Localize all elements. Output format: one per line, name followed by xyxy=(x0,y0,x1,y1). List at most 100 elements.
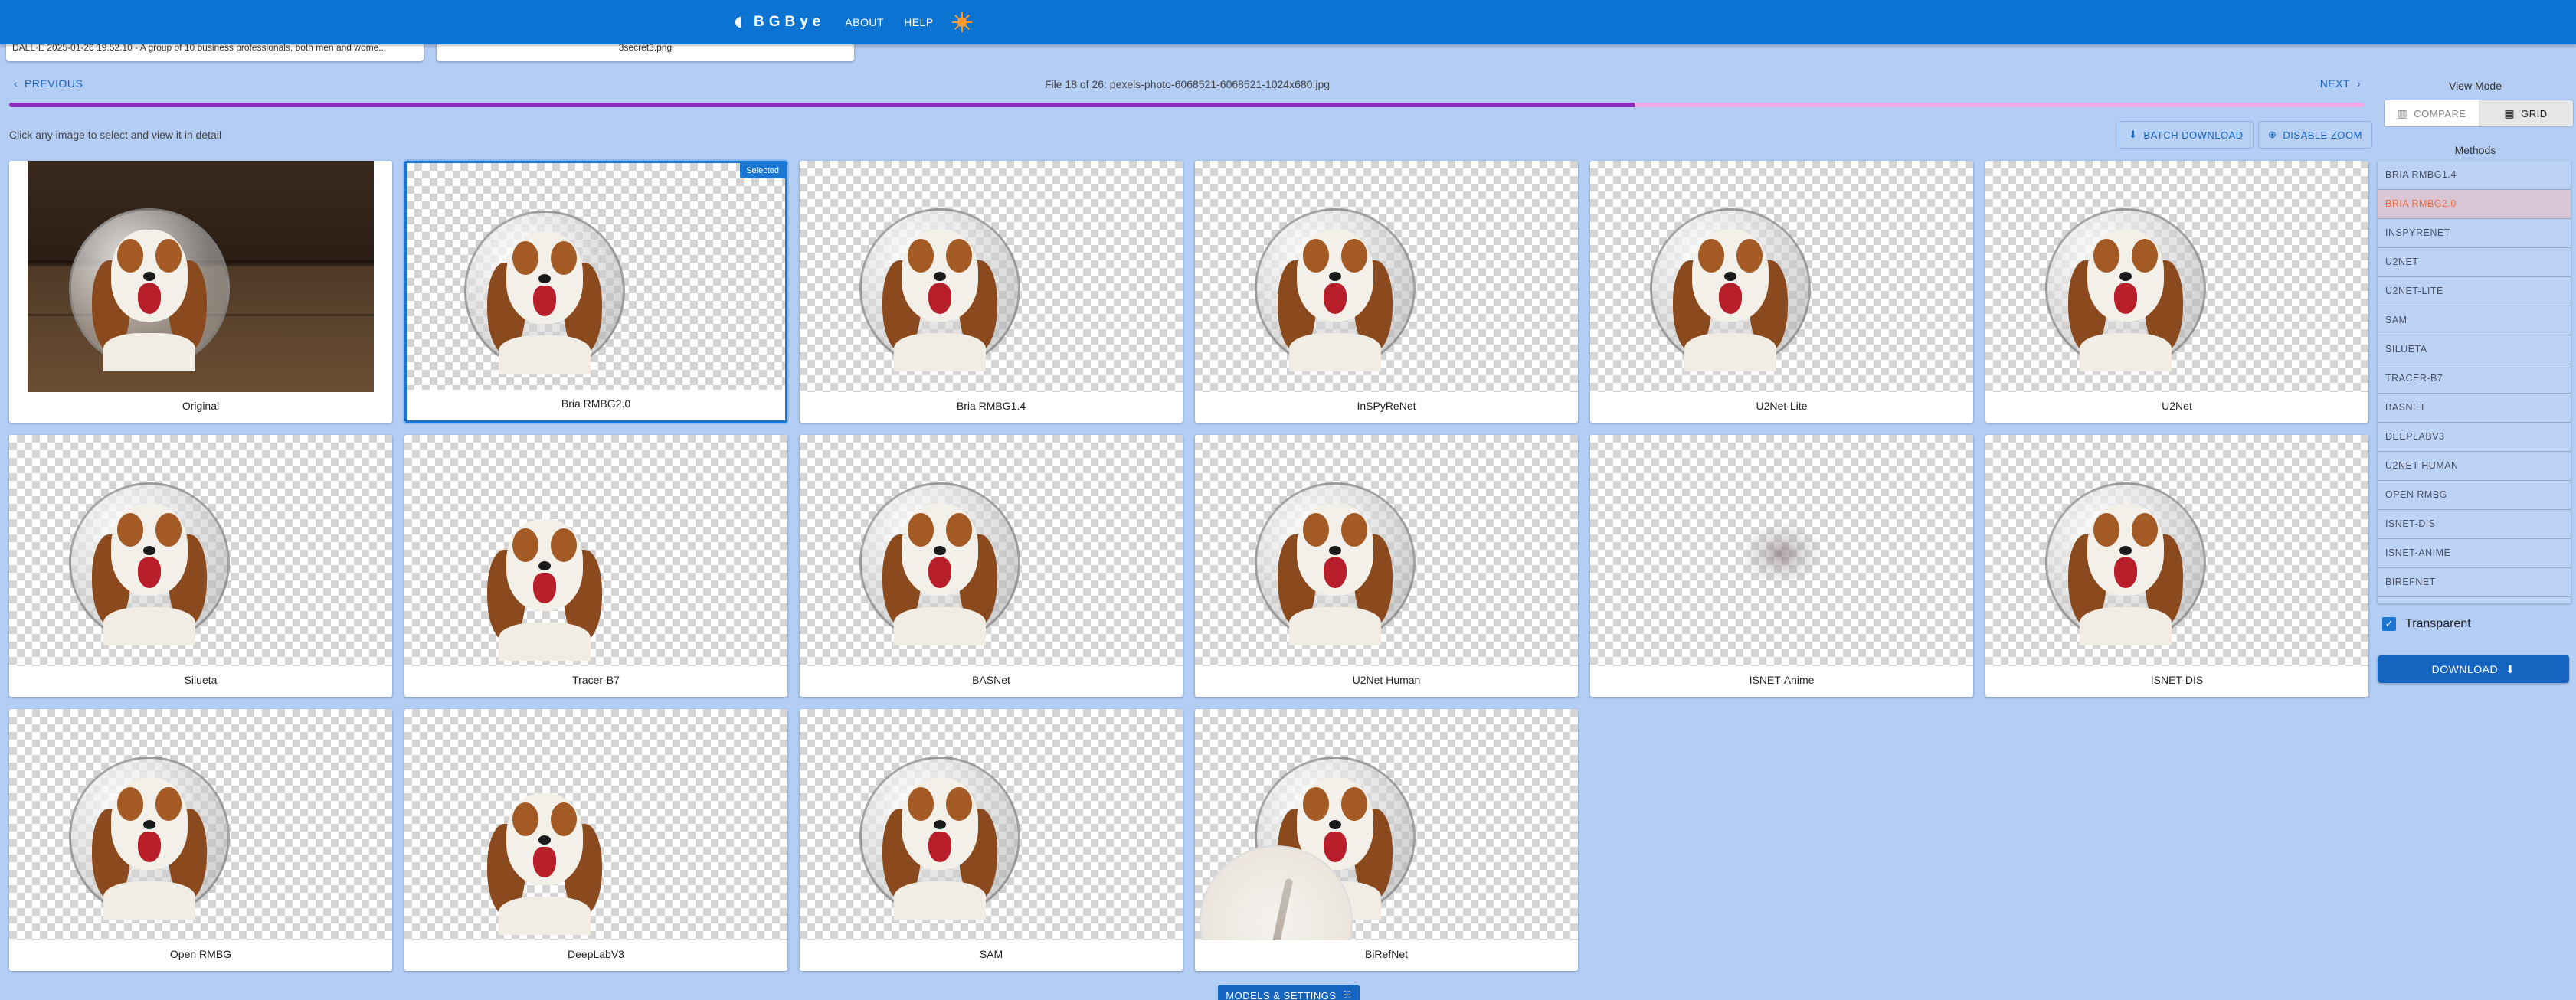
result-image xyxy=(1590,435,1973,666)
batch-download-button[interactable]: ⬇ BATCH DOWNLOAD xyxy=(2119,121,2254,149)
result-image xyxy=(404,709,787,940)
grid-icon: ▦ xyxy=(2504,106,2515,119)
card-label: U2Net xyxy=(1985,392,2368,423)
result-card-original[interactable]: Original xyxy=(9,161,392,423)
file-progress-bar xyxy=(9,103,2365,107)
result-card-u2net-lite[interactable]: U2Net-Lite xyxy=(1590,161,1973,423)
card-label: U2Net-Lite xyxy=(1590,392,1973,423)
result-card-inspyrenet[interactable]: InSPyReNet xyxy=(1195,161,1578,423)
download-icon: ⬇ xyxy=(2506,662,2515,675)
download-button[interactable]: DOWNLOAD ⬇ xyxy=(2378,655,2569,683)
method-item[interactable]: BASNET xyxy=(2378,394,2571,423)
result-card-tracer-b7[interactable]: Tracer-B7 xyxy=(404,435,787,697)
grid-hint: Click any image to select and view it in… xyxy=(9,129,222,141)
compare-label: COMPARE xyxy=(2414,107,2466,119)
next-label: NEXT xyxy=(2319,77,2351,90)
result-card-sam[interactable]: SAM xyxy=(800,709,1183,971)
transparent-option[interactable]: ✓ Transparent xyxy=(2378,617,2471,631)
card-label: ISNET-DIS xyxy=(1985,666,2368,697)
method-item[interactable]: ISNET-DIS xyxy=(2378,510,2571,539)
result-image xyxy=(1985,161,2368,392)
models-settings-button[interactable]: MODELS & SETTINGS ☷ xyxy=(1218,985,1360,1000)
logo-icon xyxy=(735,17,746,28)
method-item[interactable]: U2NET HUMAN xyxy=(2378,452,2571,481)
grid-mode-button[interactable]: ▦ GRID xyxy=(2479,100,2573,126)
card-label: Bria RMBG2.0 xyxy=(407,390,785,420)
transparent-checkbox[interactable]: ✓ xyxy=(2382,617,2396,631)
result-card-silueta[interactable]: Silueta xyxy=(9,435,392,697)
card-label: ISNET-Anime xyxy=(1590,666,1973,697)
result-image xyxy=(1590,161,1973,392)
result-image xyxy=(1195,161,1578,392)
grid-label: GRID xyxy=(2521,107,2548,119)
card-label: Silueta xyxy=(9,666,392,697)
app-bar: BGBye ABOUT HELP xyxy=(0,0,2576,44)
method-item[interactable]: BRIA RMBG2.0 xyxy=(2378,190,2571,219)
result-image xyxy=(407,163,785,394)
card-label: SAM xyxy=(800,940,1183,971)
result-image xyxy=(800,161,1183,392)
view-mode-title: View Mode xyxy=(2448,80,2502,92)
file-navigation: ‹ PREVIOUS File 18 of 26: pexels-photo-6… xyxy=(0,72,2375,95)
result-card-u2net-human[interactable]: U2Net Human xyxy=(1195,435,1578,697)
method-item[interactable]: INSPYRENET xyxy=(2378,219,2571,248)
method-item[interactable]: U2NET-LITE xyxy=(2378,277,2571,306)
tune-icon: ☷ xyxy=(1342,989,1352,1000)
zoom-icon: ⊕ xyxy=(2268,129,2277,140)
result-image xyxy=(9,709,392,940)
method-item[interactable]: TRACER-B7 xyxy=(2378,364,2571,394)
method-item[interactable]: SILUETA xyxy=(2378,335,2571,364)
result-card-deeplabv3[interactable]: DeepLabV3 xyxy=(404,709,787,971)
result-card-u2net[interactable]: U2Net xyxy=(1985,161,2368,423)
card-label: BASNet xyxy=(800,666,1183,697)
method-item[interactable]: ISNET-ANIME xyxy=(2378,539,2571,568)
method-item[interactable]: BIREFNET xyxy=(2378,568,2571,597)
disable-zoom-label: DISABLE ZOOM xyxy=(2283,129,2362,141)
download-label: DOWNLOAD xyxy=(2431,663,2499,675)
theme-toggle-sun-icon[interactable] xyxy=(951,11,974,34)
method-item[interactable]: OPEN RMBG xyxy=(2378,481,2571,510)
brand-title[interactable]: BGBye xyxy=(754,14,825,31)
method-item[interactable]: SAM xyxy=(2378,306,2571,335)
card-label: BiRefNet xyxy=(1195,940,1578,971)
card-label: DeepLabV3 xyxy=(404,940,787,971)
result-card-bria-rmbg2[interactable]: Selected Bria RMBG2.0 xyxy=(404,161,787,423)
result-card-bria-rmbg14[interactable]: Bria RMBG1.4 xyxy=(800,161,1183,423)
card-label: InSPyReNet xyxy=(1195,392,1578,423)
results-grid: Original Selected Bria RMBG2.0 Bria RMBG… xyxy=(9,161,2368,971)
card-label: Original xyxy=(9,392,392,423)
methods-title: Methods xyxy=(2454,144,2496,156)
result-image xyxy=(1985,435,2368,666)
settings-panel: View Mode ▥ COMPARE ▦ GRID Methods BRIA … xyxy=(2375,72,2576,1000)
result-card-basnet[interactable]: BASNet xyxy=(800,435,1183,697)
method-list: BRIA RMBG1.4 BRIA RMBG2.0 INSPYRENET U2NET U… xyxy=(2378,161,2571,603)
result-image xyxy=(1195,435,1578,666)
card-label: U2Net Human xyxy=(1195,666,1578,697)
batch-download-label: BATCH DOWNLOAD xyxy=(2143,129,2244,141)
result-card-isnet-anime[interactable]: ISNET-Anime xyxy=(1590,435,1973,697)
file-counter: File 18 of 26: pexels-photo-6068521-6068… xyxy=(1044,78,1331,90)
method-item[interactable]: BRIA RMBG1.4 xyxy=(2378,161,2571,190)
models-settings-label: MODELS & SETTINGS xyxy=(1226,989,1337,1000)
result-image xyxy=(9,435,392,666)
selected-badge: Selected xyxy=(740,163,785,178)
disable-zoom-button[interactable]: ⊕ DISABLE ZOOM xyxy=(2258,121,2372,149)
transparent-label: Transparent xyxy=(2405,617,2471,630)
card-label: Open RMBG xyxy=(9,940,392,971)
compare-mode-button[interactable]: ▥ COMPARE xyxy=(2385,100,2479,126)
result-image xyxy=(800,709,1183,940)
method-item[interactable]: U2NET xyxy=(2378,248,2571,277)
compare-icon: ▥ xyxy=(2397,106,2408,119)
card-label: Bria RMBG1.4 xyxy=(800,392,1183,423)
app-brand: BGBye ABOUT HELP xyxy=(735,11,974,34)
method-item[interactable]: DEEPLABV3 xyxy=(2378,423,2571,452)
result-card-birefnet[interactable]: BiRefNet xyxy=(1195,709,1578,971)
result-card-isnet-dis[interactable]: ISNET-DIS xyxy=(1985,435,2368,697)
result-card-open-rmbg[interactable]: Open RMBG xyxy=(9,709,392,971)
original-image xyxy=(9,161,392,392)
nav-about[interactable]: ABOUT xyxy=(845,16,884,28)
card-label: Tracer-B7 xyxy=(404,666,787,697)
nav-help[interactable]: HELP xyxy=(904,16,934,28)
result-image xyxy=(800,435,1183,666)
next-button[interactable]: NEXT › xyxy=(2320,77,2361,90)
